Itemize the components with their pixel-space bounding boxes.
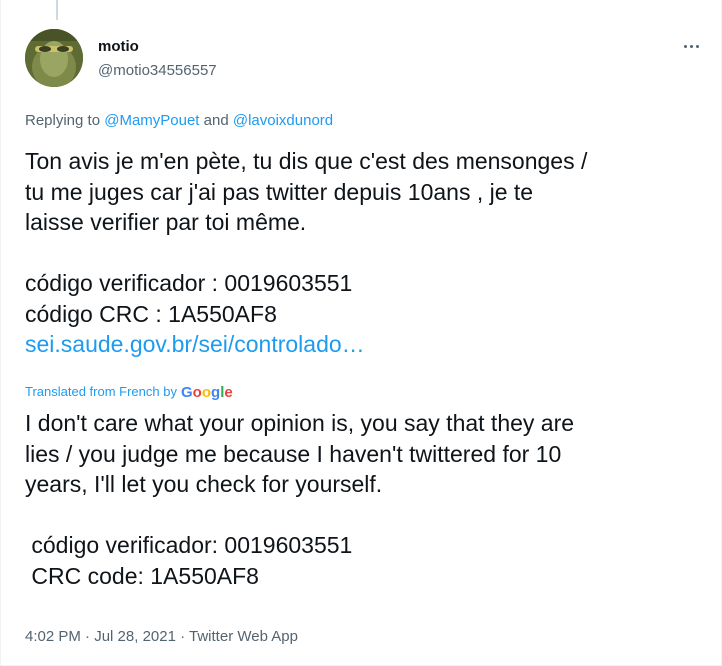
more-options-icon[interactable] — [676, 36, 706, 56]
translation-attribution[interactable]: Translated from French by Google — [25, 383, 239, 401]
dot — [683, 44, 687, 48]
replying-prefix: Replying to — [25, 112, 105, 129]
translated-line: código verificador: 0019603551 — [25, 532, 353, 558]
dot — [695, 44, 699, 48]
translated-text: I don't care what your opinion is, you s… — [25, 408, 705, 591]
svg-text:Google: Google — [181, 384, 233, 401]
tweet-time[interactable]: 4:02 PM — [25, 628, 81, 645]
replying-to: Replying to @MamyPouet and @lavoixdunord — [25, 111, 333, 131]
replying-and: and — [199, 112, 233, 129]
tweet-line: tu me juges car j'ai pas twitter depuis … — [25, 178, 534, 205]
tweet-card: motio @motio34556557 Replying to @MamyPo… — [0, 0, 722, 666]
tweet-line: código verificador : 0019603551 — [25, 270, 353, 296]
avatar-image — [25, 29, 83, 87]
translated-line: I don't care what your opinion is, you s… — [25, 410, 575, 436]
meta-separator: · — [175, 628, 190, 645]
reply-mention-2[interactable]: @lavoixdunord — [233, 112, 333, 129]
tweet-line: Ton avis je m'en pète, tu dis que c'est … — [25, 148, 588, 174]
author-handle[interactable]: @motio34556557 — [98, 62, 217, 80]
meta-separator: · — [80, 628, 95, 645]
avatar[interactable] — [25, 29, 83, 87]
tweet-source[interactable]: Twitter Web App — [189, 628, 298, 645]
dot — [689, 44, 693, 48]
thread-connector-line — [56, 0, 58, 20]
tweet-line: código CRC : 1A550AF8 — [25, 300, 277, 327]
translation-label: Translated from French by — [25, 384, 177, 399]
google-logo-icon: Google — [181, 384, 233, 401]
author-name[interactable]: motio — [98, 38, 139, 56]
tweet-text: Ton avis je m'en pète, tu dis que c'est … — [25, 146, 705, 360]
tweet-link[interactable]: sei.saude.gov.br/sei/controlado… — [25, 329, 705, 360]
translated-line: CRC code: 1A550AF8 — [25, 562, 259, 589]
tweet-date[interactable]: Jul 28, 2021 — [94, 628, 176, 645]
translated-line: years, I'll let you check for yourself. — [25, 471, 383, 497]
reply-mention-1[interactable]: @MamyPouet — [104, 112, 199, 129]
translated-line: lies / you judge me because I haven't tw… — [25, 440, 562, 467]
tweet-metadata: 4:02 PM · Jul 28, 2021 · Twitter Web App — [25, 627, 298, 647]
tweet-line: laisse verifier par toi même. — [25, 209, 307, 235]
